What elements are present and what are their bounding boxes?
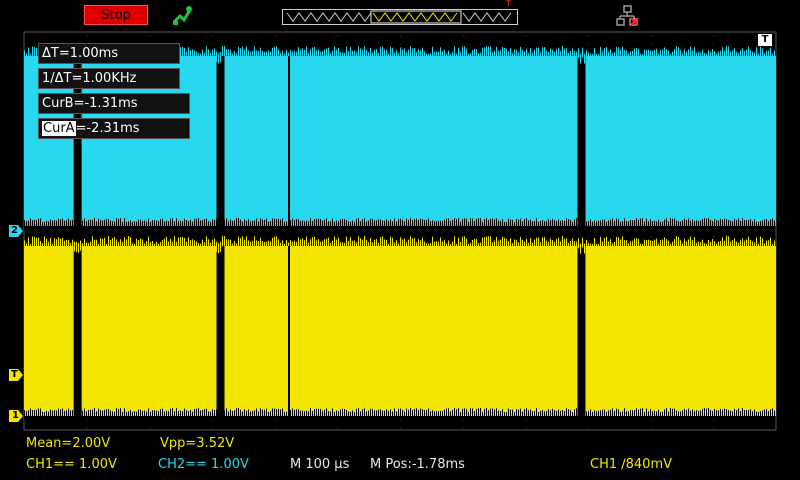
grid-dot — [713, 236, 715, 237]
grid-dot — [462, 44, 464, 45]
grid-dot — [713, 44, 715, 45]
grid-dot — [525, 236, 527, 237]
grid-dot — [713, 36, 715, 37]
grid-dot — [274, 428, 276, 429]
grid-dot — [337, 236, 339, 237]
grid-dot — [588, 36, 589, 37]
grid-dot — [462, 420, 464, 421]
grid-dot — [86, 36, 88, 37]
horizontal-position-readout[interactable]: M Pos:-1.78ms — [370, 457, 465, 472]
ch1-signal-block — [24, 246, 74, 416]
grid-dot — [212, 36, 213, 37]
mean-measurement: Mean=2.00V — [26, 436, 111, 451]
ch1-scale[interactable]: CH1== 1.00V — [26, 457, 117, 472]
grid-dot — [525, 428, 527, 429]
ch2-signal-block — [585, 56, 776, 226]
vpp-measurement: Vpp=3.52V — [160, 436, 235, 451]
ch1-signal-block — [81, 246, 217, 416]
timebase-readout[interactable]: M 100 µs — [290, 457, 349, 472]
grid-dot — [149, 236, 151, 237]
grid-dot — [212, 420, 213, 421]
network-icon — [616, 5, 639, 26]
cursor-a-readout: CurA=-2.31ms — [38, 118, 190, 139]
grid-dot — [713, 420, 715, 421]
ch2-scale[interactable]: CH2== 1.00V — [158, 457, 249, 472]
trace-line — [288, 246, 290, 416]
grid-dot — [212, 236, 213, 237]
cursor-a-tag[interactable]: CurA — [42, 121, 76, 136]
trigger-readout[interactable]: CH1 ∕840mV — [590, 457, 672, 472]
ch1-signal-block — [224, 246, 578, 416]
timebase-position-bar[interactable] — [282, 9, 518, 25]
grid-dot — [525, 36, 527, 37]
grid-dot — [650, 36, 652, 37]
cursor-b-readout: CurB=-1.31ms — [38, 93, 190, 114]
grid-dot — [400, 428, 401, 429]
trigger-time-marker: T — [758, 34, 772, 46]
grid-dot — [650, 44, 652, 45]
grid-dot — [337, 44, 339, 45]
grid-dot — [400, 420, 401, 421]
trigger-position-marker: T — [506, 0, 511, 8]
trace-line — [288, 56, 290, 226]
grid-dot — [650, 236, 652, 237]
grid-dot — [650, 420, 652, 421]
grid-dot — [462, 428, 464, 429]
grid-dot — [525, 44, 527, 45]
ch1-signal-block — [585, 246, 776, 416]
grid-dot — [149, 428, 151, 429]
grid-dot — [86, 236, 88, 237]
grid-dot — [337, 428, 339, 429]
cursor-a-value: =-2.31ms — [75, 121, 140, 136]
grid-dot — [462, 36, 464, 37]
grid-dot — [588, 44, 589, 45]
grid-dot — [86, 428, 88, 429]
grid-dot — [212, 44, 213, 45]
grid-dot — [274, 44, 276, 45]
timebase-mini-wave — [286, 10, 512, 24]
grid-dot — [525, 228, 527, 229]
ch1-ground-marker[interactable]: 1 — [9, 410, 23, 425]
grid-dot — [713, 428, 715, 429]
ch2-ground-marker[interactable]: 2 — [9, 225, 23, 240]
stop-button[interactable]: Stop — [84, 5, 148, 25]
ch2-signal-block — [224, 56, 578, 226]
grid-dot — [400, 236, 401, 237]
grid-dot — [149, 36, 151, 37]
grid-dot — [588, 428, 589, 429]
oscilloscope-screen: Stop T T ΔT=1.00ms 1/ΔT=1.00KHz CurB=-1.… — [0, 0, 800, 480]
grid-dot — [650, 428, 652, 429]
grid-dot — [588, 236, 589, 237]
run-icon[interactable] — [170, 4, 194, 26]
grid-dot — [274, 420, 276, 421]
delta-t-readout: ΔT=1.00ms — [38, 43, 180, 64]
grid-dot — [525, 420, 527, 421]
inverse-delta-t-readout: 1/ΔT=1.00KHz — [38, 68, 180, 89]
grid-dot — [212, 428, 213, 429]
grid-dot — [400, 36, 401, 37]
grid-dot — [400, 44, 401, 45]
grid-dot — [274, 36, 276, 37]
grid-dot — [337, 36, 339, 37]
trigger-level-marker[interactable]: T — [9, 369, 23, 384]
